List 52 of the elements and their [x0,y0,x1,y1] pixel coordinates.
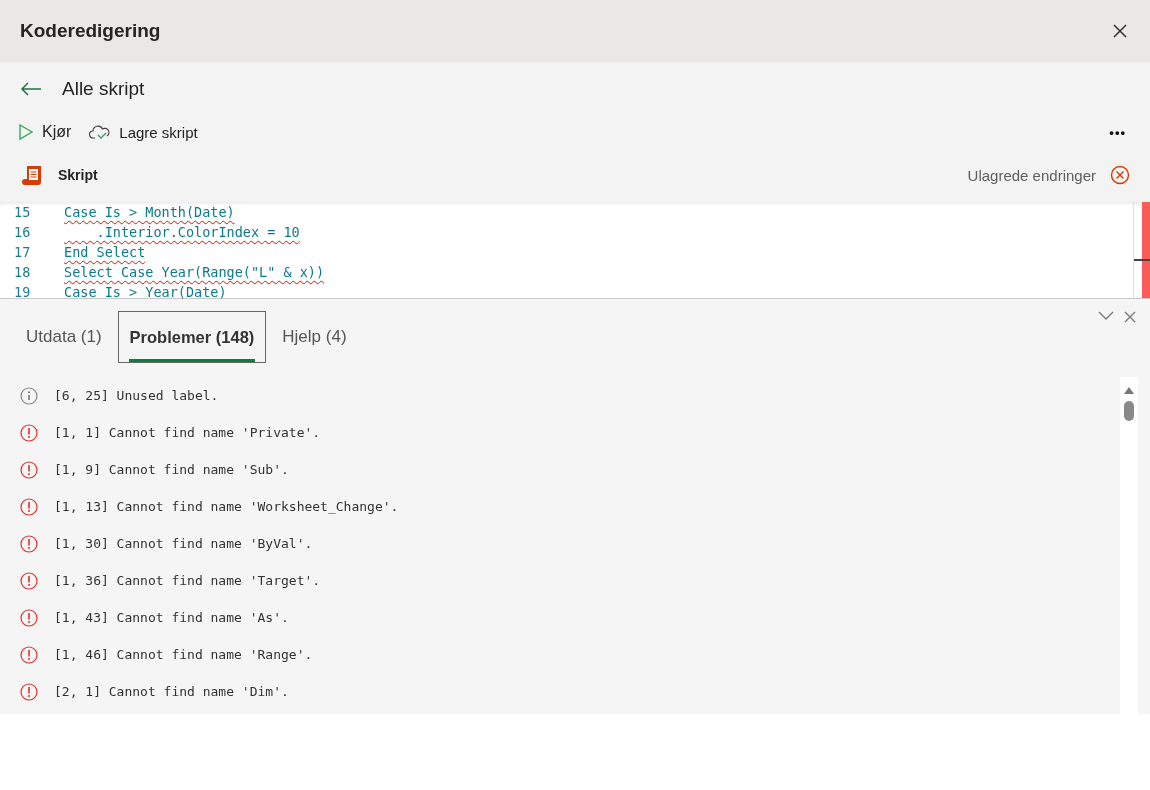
script-name: Skript [58,167,98,183]
problem-message[interactable]: [1, 13] Cannot find name 'Worksheet_Change'. [54,499,399,514]
error-circle-icon [1110,165,1130,185]
error-icon [20,608,38,627]
error-icon [20,423,38,442]
line-number: 16 [13,224,32,240]
line-number: 17 [13,244,32,260]
script-scroll-icon [22,164,44,186]
close-icon [1124,311,1136,323]
problem-message[interactable]: [1, 36] Cannot find name 'Target'. [54,573,321,588]
line-number: 15 [13,204,32,220]
chevron-down-icon [1098,311,1114,321]
line-number: 18 [13,264,32,280]
problem-message[interactable]: [1, 9] Cannot find name 'Sub'. [54,462,289,477]
close-panel-button[interactable] [1124,311,1136,323]
unsaved-changes-status: Ulagrede endringer [967,166,1096,184]
code-line: Case Is > Year(Date) [63,284,227,300]
problem-message[interactable]: [1, 30] Cannot find name 'ByVal'. [54,536,313,551]
close-icon [1112,23,1128,39]
run-button[interactable]: Kjør [18,123,72,141]
error-icon [20,682,38,701]
error-icon [20,645,38,664]
panel-tab[interactable]: Utdata (1) [14,311,114,363]
code-scrollbar[interactable] [1133,202,1150,298]
window-title: Koderedigering [20,20,161,42]
error-icon [20,497,38,516]
problem-message[interactable]: [6, 25] Unused label. [54,388,219,403]
problem-message[interactable]: [1, 43] Cannot find name 'As'. [54,610,289,625]
info-icon [20,386,38,405]
code-line: Select Case Year(Range("L" & x)) [63,264,325,280]
error-icon [20,571,38,590]
code-line: Case Is > Month(Date) [63,204,235,220]
breadcrumb-title: Alle skript [62,78,145,100]
code-line: .Interior.ColorIndex = 10 [95,224,300,240]
save-script-button[interactable]: Lagre skript [89,123,198,141]
error-icon [20,460,38,479]
cursor-marker [1134,259,1150,261]
panel-tab[interactable]: Problemer (148) [117,311,267,363]
panel-tab[interactable]: Hjelp (4) [270,311,359,363]
line-number: 19 [13,284,32,300]
cloud-check-icon [89,124,112,140]
scroll-up-icon[interactable] [1123,385,1135,395]
play-icon [18,123,34,141]
error-icon [20,534,38,553]
more-options-button[interactable]: ••• [1103,124,1132,140]
problem-message[interactable]: [2, 1] Cannot find name 'Dim'. [54,684,289,699]
scroll-thumb[interactable] [1124,401,1134,421]
back-arrow-icon [20,81,42,97]
vertical-scrollbar[interactable] [1120,377,1138,714]
code-line: End Select [63,244,146,260]
problem-message[interactable]: [1, 46] Cannot find name 'Range'. [54,647,313,662]
problem-message[interactable]: [1, 1] Cannot find name 'Private'. [54,425,321,440]
